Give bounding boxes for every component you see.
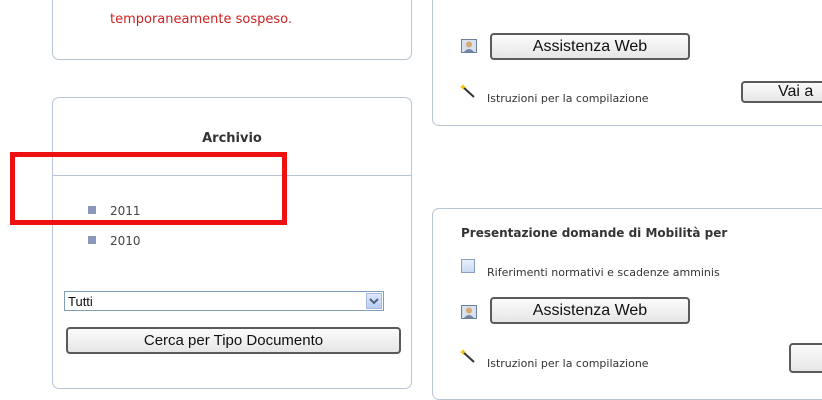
assistance-web-button[interactable]: Assistenza Web: [490, 297, 690, 324]
year-link[interactable]: 2010: [110, 234, 141, 248]
assistance-web-button[interactable]: Assistenza Web: [490, 33, 690, 60]
magic-wand-icon: [460, 84, 475, 98]
top-service-panel: Assistenza Web Istruzioni per la compila…: [432, 0, 822, 126]
instructions-label[interactable]: Istruzioni per la compilazione: [487, 357, 649, 370]
user-icon: [461, 305, 477, 319]
document-type-select[interactable]: Tutti: [64, 291, 384, 311]
bullet-icon: [88, 236, 96, 244]
user-icon: [461, 39, 477, 53]
mobility-panel: Presentazione domande di Mobilità per Ri…: [432, 208, 822, 400]
document-icon: [461, 259, 475, 273]
instructions-label[interactable]: Istruzioni per la compilazione: [487, 92, 649, 105]
archive-title: Archivio: [202, 131, 262, 146]
mobility-title: Presentazione domande di Mobilità per: [461, 226, 728, 240]
archive-panel: Archivio 2011 2010 Tutti Cerca per Tipo …: [52, 97, 412, 389]
references-link[interactable]: Riferimenti normativi e scadenze amminis: [487, 266, 720, 279]
notice-panel: temporaneamente sospeso.: [52, 0, 412, 60]
select-value: Tutti: [68, 294, 93, 309]
notice-text: temporaneamente sospeso.: [110, 12, 292, 27]
go-button[interactable]: Vai a: [741, 81, 822, 103]
magic-wand-icon: [460, 349, 475, 363]
go-button-partial[interactable]: [789, 343, 822, 373]
search-by-type-button[interactable]: Cerca per Tipo Documento: [66, 327, 401, 354]
chevron-down-icon[interactable]: [366, 293, 382, 309]
highlight-box: [10, 152, 287, 225]
